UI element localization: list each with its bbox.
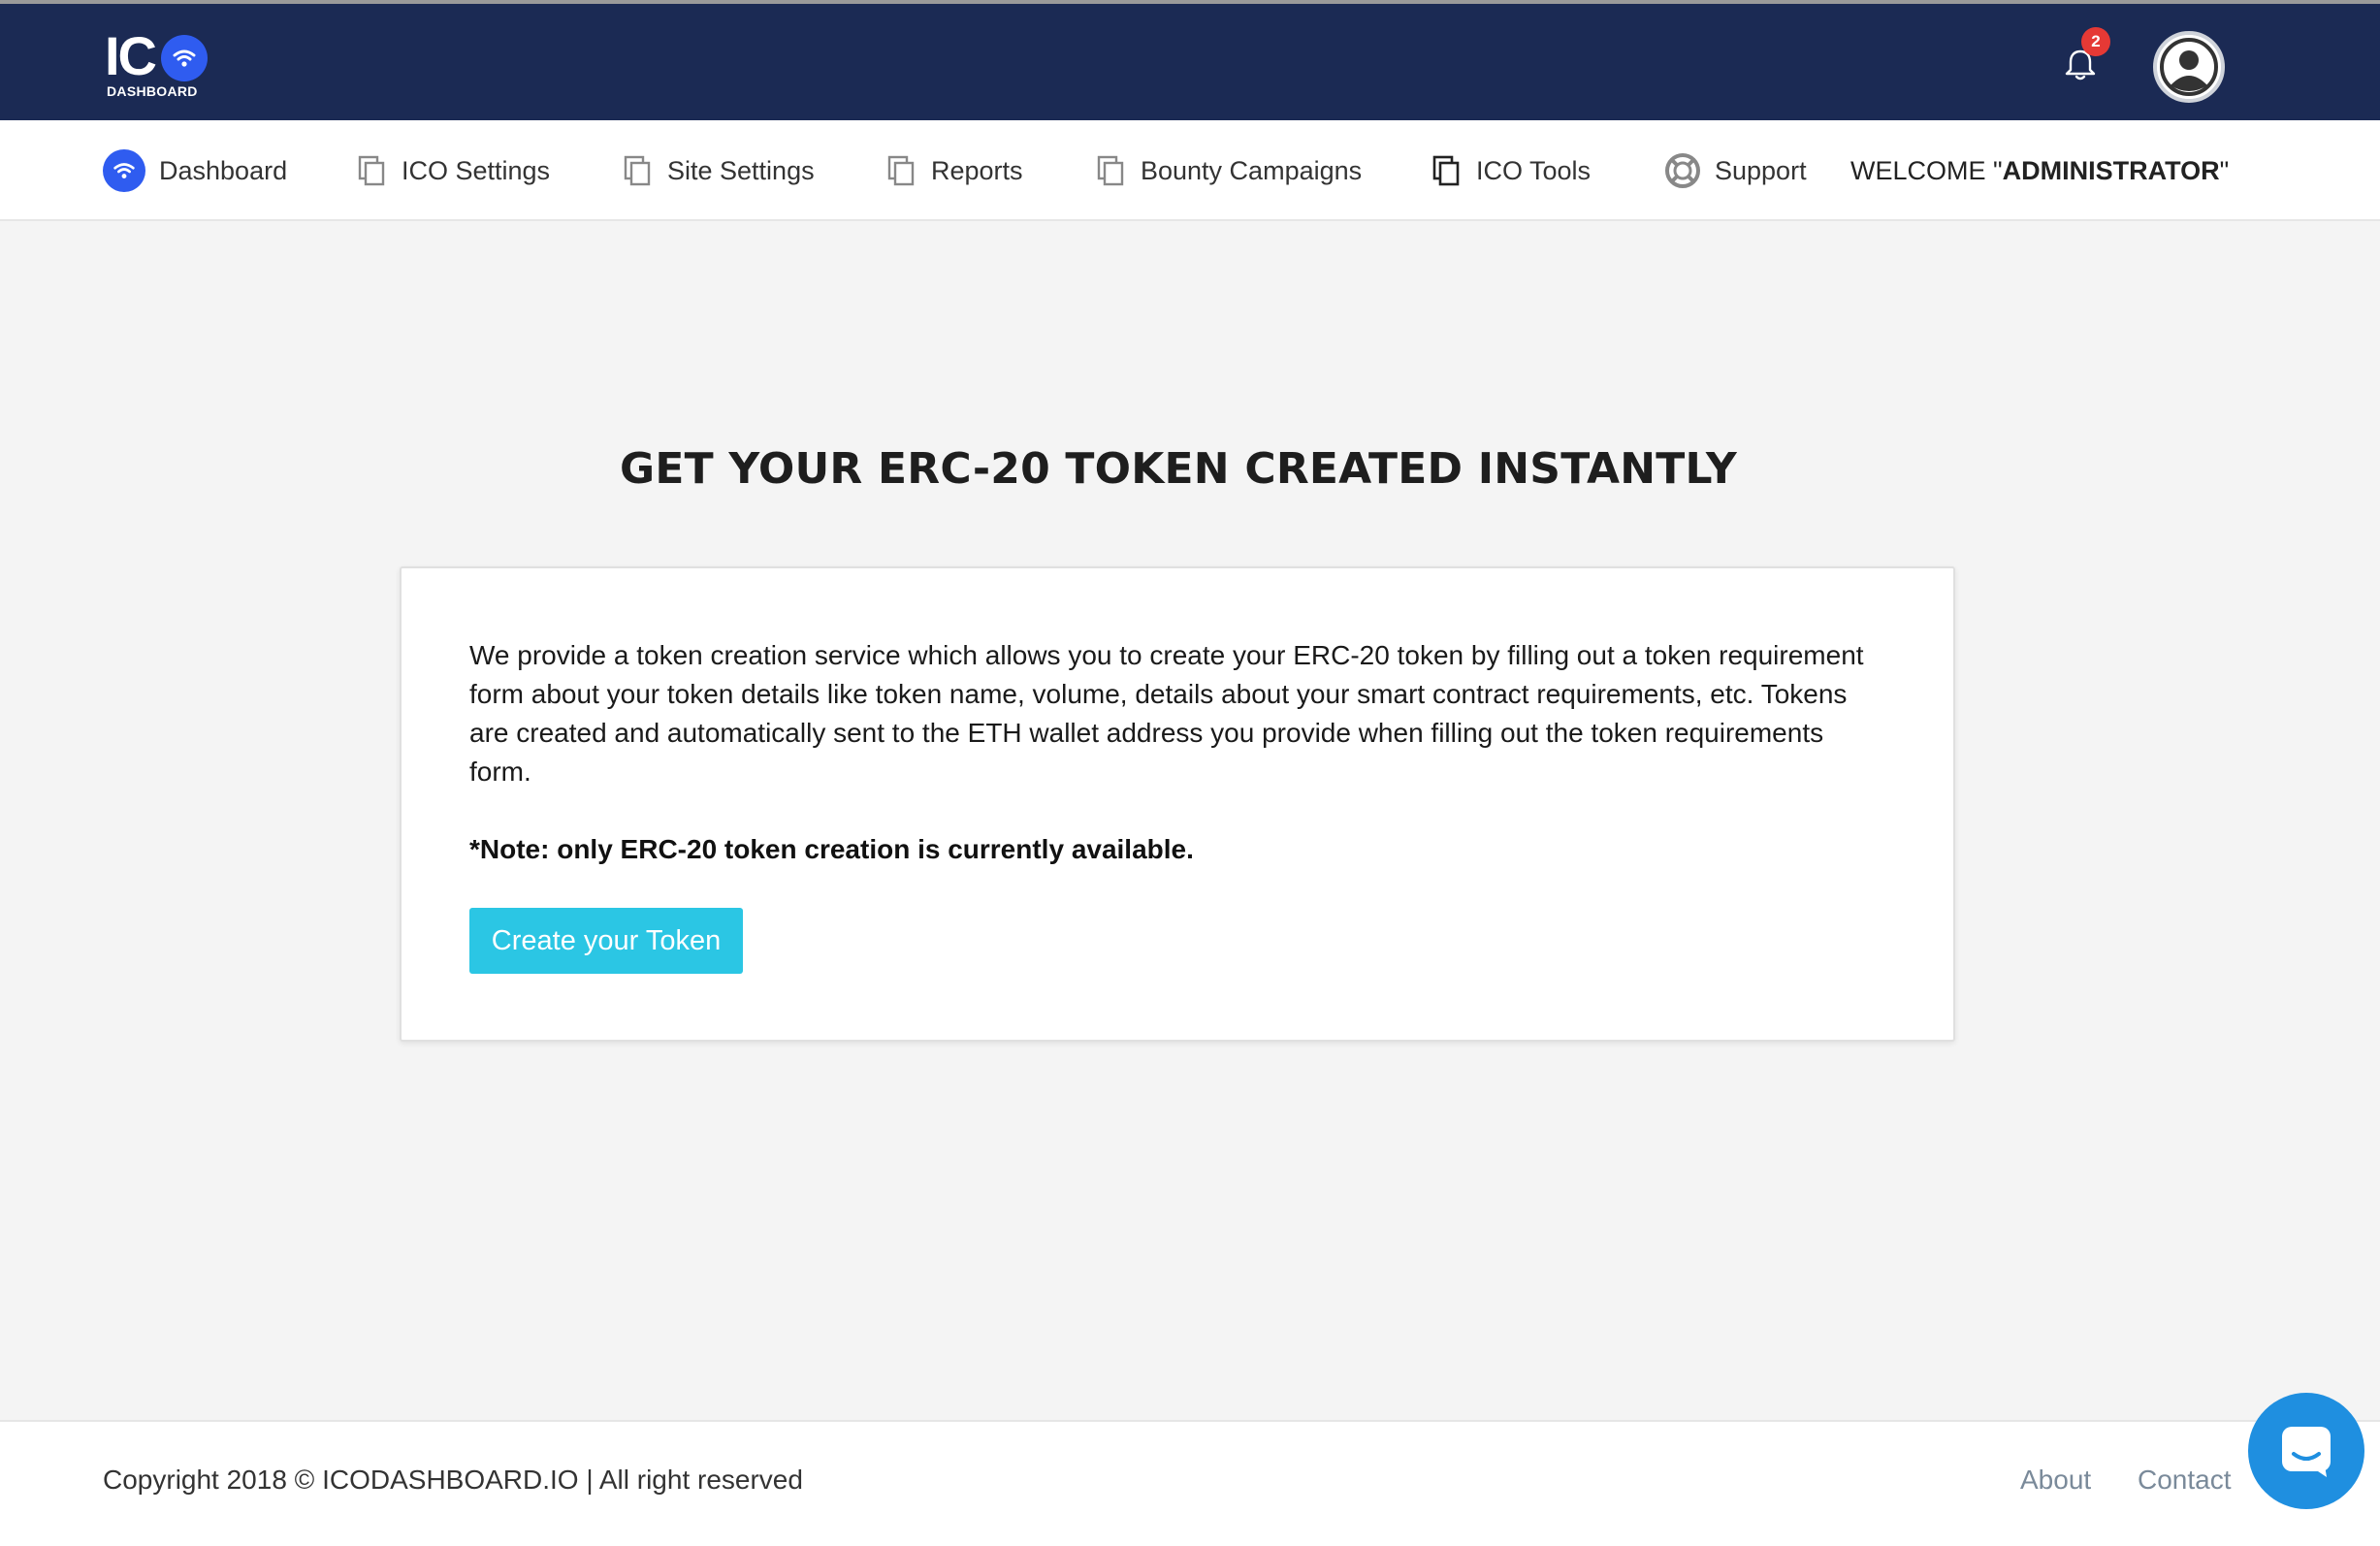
user-avatar[interactable] <box>2153 31 2225 103</box>
copy-icon <box>1431 154 1463 187</box>
nav-item-bounty-campaigns[interactable]: Bounty Campaigns <box>1096 120 1362 221</box>
copy-icon <box>1096 154 1127 187</box>
nav-label: ICO Settings <box>402 155 551 185</box>
top-header: IC DASHBOARD 2 <box>0 4 2380 120</box>
welcome-prefix: WELCOME " <box>1850 155 2003 185</box>
page-footer: Copyright 2018 © ICODASHBOARD.IO | All r… <box>0 1420 2380 1546</box>
welcome-message: WELCOME " ADMINISTRATOR " <box>1850 120 2229 221</box>
nav-label: Bounty Campaigns <box>1141 155 1363 185</box>
create-token-button[interactable]: Create your Token <box>469 908 743 974</box>
wifi-logo-icon <box>161 35 208 81</box>
welcome-suffix: " <box>2219 155 2230 185</box>
nav-item-ico-tools[interactable]: ICO Tools <box>1431 120 1591 221</box>
welcome-username: ADMINISTRATOR <box>2002 155 2220 185</box>
copy-icon <box>623 154 654 187</box>
nav-label: Support <box>1715 155 1807 185</box>
lifebuoy-icon <box>1664 152 1701 189</box>
copyright-text: Copyright 2018 © ICODASHBOARD.IO | All r… <box>103 1465 803 1495</box>
footer-about-link[interactable]: About <box>2020 1465 2091 1496</box>
nav-item-site-settings[interactable]: Site Settings <box>623 120 815 221</box>
footer-contact-link[interactable]: Contact <box>2138 1465 2232 1496</box>
service-description: We provide a token creation service whic… <box>469 640 1864 787</box>
nav-label: Dashboard <box>159 155 288 185</box>
nav-label: Site Settings <box>667 155 815 185</box>
copy-icon <box>886 154 917 187</box>
ico-dashboard-logo[interactable]: IC DASHBOARD <box>105 29 211 99</box>
copy-icon <box>357 154 388 187</box>
notification-count-badge: 2 <box>2081 27 2110 56</box>
main-navigation: Dashboard ICO Settings Site Settings Rep… <box>0 120 2380 221</box>
nav-item-ico-settings[interactable]: ICO Settings <box>357 120 550 221</box>
logo-subtitle: DASHBOARD <box>107 83 198 99</box>
wifi-logo-icon <box>103 149 145 192</box>
page-title: GET YOUR ERC-20 TOKEN CREATED INSTANTLY <box>620 444 1737 494</box>
availability-note: *Note: only ERC-20 token creation is cur… <box>469 834 1194 864</box>
chat-icon <box>2282 1427 2331 1477</box>
token-creation-card: We provide a token creation service whic… <box>400 566 1955 1042</box>
nav-label: Reports <box>931 155 1023 185</box>
logo-text: IC <box>105 25 157 86</box>
nav-item-reports[interactable]: Reports <box>886 120 1023 221</box>
nav-item-support[interactable]: Support <box>1664 120 1807 221</box>
chat-launcher-button[interactable] <box>2248 1393 2364 1509</box>
nav-item-dashboard[interactable]: Dashboard <box>103 120 287 221</box>
nav-label: ICO Tools <box>1476 155 1592 185</box>
